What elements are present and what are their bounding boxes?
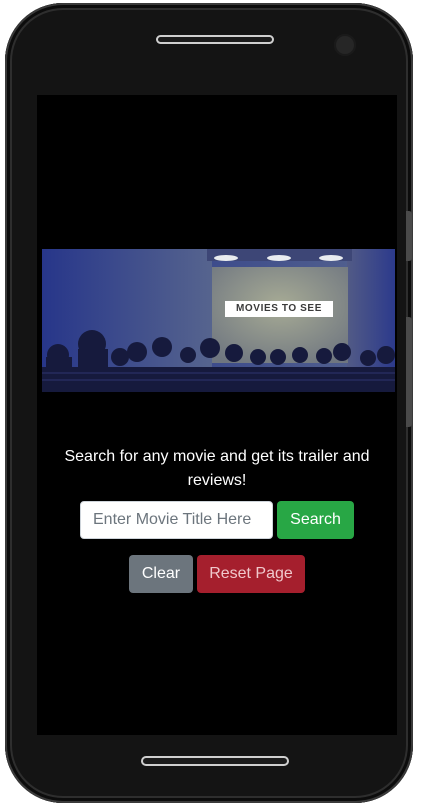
camera-icon [334, 34, 356, 56]
speaker-icon [141, 756, 289, 766]
phone-frame: MOVIES TO SEE Search for any movie and g… [5, 3, 413, 803]
speaker-icon [156, 35, 274, 44]
power-button [406, 317, 412, 427]
hero-banner: MOVIES TO SEE [42, 249, 395, 392]
search-input[interactable] [80, 501, 273, 539]
page-tagline: Search for any movie and get its trailer… [64, 448, 370, 489]
reset-page-button[interactable]: Reset Page [197, 555, 305, 593]
hero-badge: MOVIES TO SEE [225, 301, 333, 317]
cinema-illustration [42, 249, 395, 392]
volume-button [406, 211, 412, 261]
clear-button[interactable]: Clear [129, 555, 193, 593]
search-button[interactable]: Search [277, 501, 354, 539]
app-screen: MOVIES TO SEE Search for any movie and g… [37, 95, 397, 735]
